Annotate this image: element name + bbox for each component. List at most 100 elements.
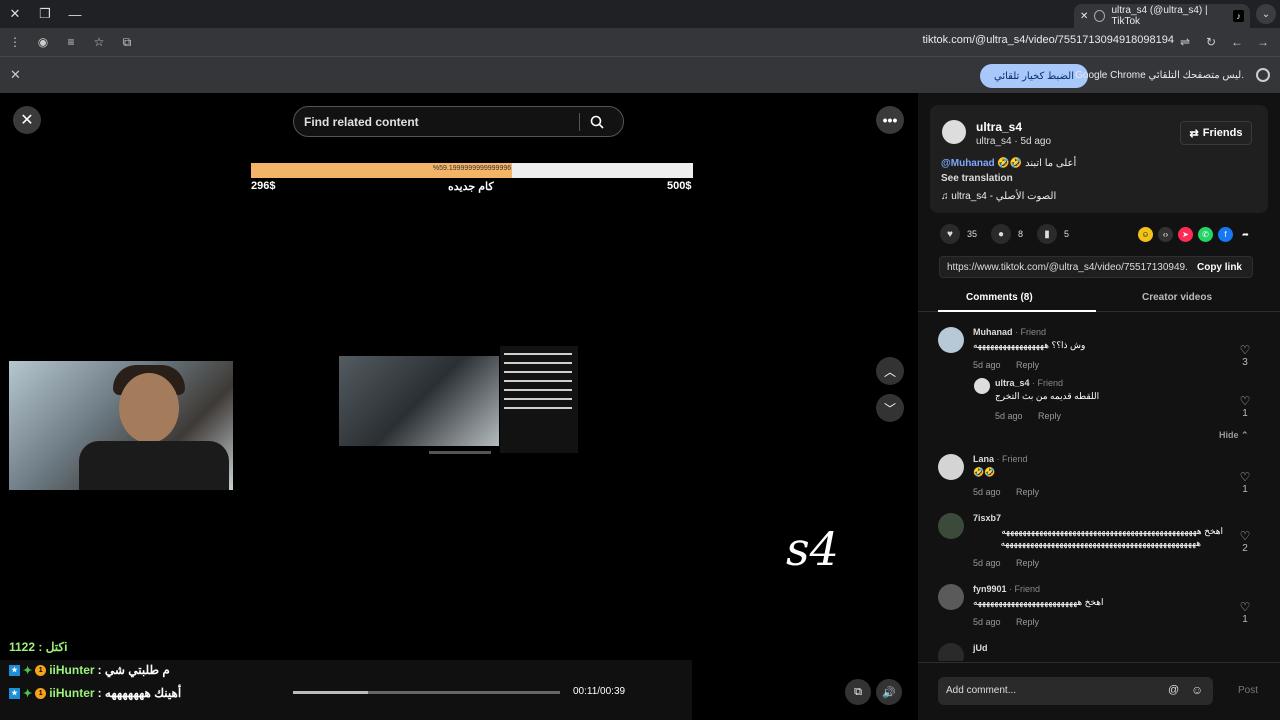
- comment-author[interactable]: Muhanad · Friend: [973, 327, 1046, 337]
- comment-composer: @ ☺ Post: [918, 662, 1280, 720]
- comment-text: اهخخ ههههههههههههههههههههههههههههههههههه…: [1001, 526, 1223, 536]
- share-arrow-icon[interactable]: ➦: [1238, 227, 1253, 242]
- window-restore-icon[interactable]: ❐: [30, 0, 60, 28]
- avatar[interactable]: [938, 584, 964, 610]
- playback-scrubber[interactable]: [293, 691, 560, 694]
- related-search-input[interactable]: [294, 114, 579, 129]
- tab-close-icon[interactable]: ✕: [1080, 11, 1088, 22]
- friends-label: Friends: [1202, 127, 1243, 139]
- infobar-close-icon[interactable]: ✕: [10, 67, 21, 83]
- avatar[interactable]: [974, 378, 990, 394]
- previous-video-button[interactable]: ︿: [876, 357, 904, 385]
- emoji-icon[interactable]: ☺: [1191, 683, 1203, 697]
- comment-text: اهخخ هههههههههههههههههههههههههه: [973, 597, 1104, 607]
- video-player[interactable]: ✕ ••• %59.1999999999999996 296$ كام جديد…: [0, 93, 918, 720]
- tiktok-icon: ♪: [1233, 10, 1245, 22]
- reply-link[interactable]: Reply: [1016, 487, 1039, 497]
- comment-like[interactable]: ♡ 3: [1238, 343, 1252, 368]
- browser-tab[interactable]: ✕ ultra_s4 (@ultra_s4) | TikTok ♪: [1074, 4, 1250, 28]
- comment-like[interactable]: ♡ 1: [1238, 600, 1252, 625]
- like-count: 35: [967, 229, 978, 239]
- comment-like[interactable]: ♡ 1: [1238, 394, 1252, 419]
- reply-link[interactable]: Reply: [1038, 411, 1061, 421]
- tab-creator-videos[interactable]: Creator videos: [1142, 292, 1212, 303]
- reply-link[interactable]: Reply: [1016, 617, 1039, 627]
- sound-link[interactable]: ♫ ultra_s4 - الصوت الأصلي: [941, 191, 1056, 202]
- site-settings-icon[interactable]: ⇌: [1174, 31, 1196, 53]
- comment-input[interactable]: [938, 677, 1158, 704]
- preview-line: [504, 398, 572, 400]
- goal-progress-bar: %59.1999999999999996: [251, 163, 693, 178]
- reply-link[interactable]: Reply: [1016, 360, 1039, 370]
- star-icon: ✦: [23, 687, 33, 700]
- floating-player-button[interactable]: ⧉: [845, 679, 871, 705]
- friends-button[interactable]: ⇄ Friends: [1180, 121, 1252, 145]
- goal-current: 296$: [251, 180, 276, 192]
- avatar[interactable]: [938, 643, 964, 661]
- address-bar: ⋮ ◉ ≡ ☆ ⧉ tiktok.com/@ultra_s4/video/755…: [0, 28, 1280, 56]
- back-icon[interactable]: ←: [1226, 31, 1248, 53]
- comment-author[interactable]: ultra_s4 · Friend: [995, 378, 1063, 388]
- avatar[interactable]: [938, 327, 964, 353]
- comment-author[interactable]: 7isxb7: [973, 513, 1001, 523]
- preview-line: [504, 389, 572, 391]
- comment-like[interactable]: ♡ 1: [1238, 470, 1252, 495]
- star-icon: ✦: [23, 664, 33, 677]
- reading-list-icon[interactable]: ≡: [60, 31, 82, 53]
- menu-icon[interactable]: ⋮: [4, 31, 26, 53]
- heart-icon: ♥: [940, 224, 960, 244]
- more-options-button[interactable]: •••: [876, 106, 904, 134]
- window-close-icon[interactable]: ✕: [0, 0, 30, 28]
- comment-author[interactable]: fyn9901 · Friend: [973, 584, 1040, 594]
- mention-icon[interactable]: @: [1168, 684, 1179, 696]
- author-name: Muhanad: [973, 327, 1013, 337]
- profile-icon[interactable]: ◉: [32, 31, 54, 53]
- reply-link[interactable]: Reply: [1016, 558, 1039, 568]
- cast-icon[interactable]: ⧉: [116, 31, 138, 53]
- post-username[interactable]: ultra_s4: [976, 120, 1022, 134]
- close-video-button[interactable]: ✕: [13, 106, 41, 134]
- stream-preview: [339, 356, 499, 446]
- comment-like[interactable]: ♡ 2: [1238, 529, 1252, 554]
- avatar[interactable]: [938, 454, 964, 480]
- forward-icon[interactable]: →: [1252, 31, 1274, 53]
- tab-comments[interactable]: Comments (8): [966, 292, 1033, 303]
- comment-author[interactable]: jUd: [973, 643, 988, 653]
- window-minimize-icon[interactable]: —: [60, 0, 90, 28]
- send-to-friends-icon[interactable]: ➤: [1178, 227, 1193, 242]
- facebook-icon[interactable]: f: [1218, 227, 1233, 242]
- comment-action[interactable]: ● 8: [991, 224, 1023, 244]
- bookmark-star-icon[interactable]: ☆: [88, 31, 110, 53]
- post-meta: ultra_s4 · 5d ago: [976, 136, 1052, 147]
- coin-icon: 1: [35, 664, 47, 676]
- set-default-button[interactable]: الضبط كخيار تلقائي: [980, 64, 1088, 88]
- volume-icon[interactable]: 🔊: [876, 679, 902, 705]
- streamer-face: [119, 373, 179, 443]
- post-caption: @Muhanad 🤣🤣 أعلى ما اتبند: [941, 158, 1076, 169]
- hide-replies-button[interactable]: Hide ⌃: [1219, 430, 1249, 441]
- copy-link-button[interactable]: Copy link: [1197, 262, 1242, 273]
- next-video-button[interactable]: ﹀: [876, 394, 904, 422]
- see-translation-link[interactable]: See translation: [941, 173, 1013, 184]
- author-name: jUd: [973, 643, 988, 653]
- post-button[interactable]: Post: [1238, 685, 1258, 696]
- repost-icon[interactable]: ☺: [1138, 227, 1153, 242]
- url-field[interactable]: tiktok.com/@ultra_s4/video/7551713094918…: [922, 34, 1174, 46]
- reload-icon[interactable]: ↻: [1200, 31, 1222, 53]
- goal-target: 500$: [667, 180, 692, 192]
- like-action[interactable]: ♥ 35: [940, 224, 977, 244]
- comment-like-count: 2: [1242, 543, 1248, 554]
- avatar[interactable]: [938, 513, 964, 539]
- heart-icon: ♡: [1239, 343, 1251, 357]
- embed-icon[interactable]: ‹›: [1158, 227, 1173, 242]
- comment-author[interactable]: Lana · Friend: [973, 454, 1028, 464]
- tab-search-button[interactable]: ⌄: [1256, 4, 1276, 24]
- whatsapp-icon[interactable]: ✆: [1198, 227, 1213, 242]
- caption-mention[interactable]: @Muhanad: [941, 158, 995, 169]
- save-action[interactable]: ▮ 5: [1037, 224, 1069, 244]
- avatar[interactable]: [942, 120, 966, 144]
- details-panel: ultra_s4 ultra_s4 · 5d ago ⇄ Friends @Mu…: [918, 93, 1280, 720]
- video-link: https://www.tiktok.com/@ultra_s4/video/7…: [947, 262, 1187, 273]
- goal-label: كام جديده: [448, 181, 494, 193]
- search-icon[interactable]: [580, 115, 614, 129]
